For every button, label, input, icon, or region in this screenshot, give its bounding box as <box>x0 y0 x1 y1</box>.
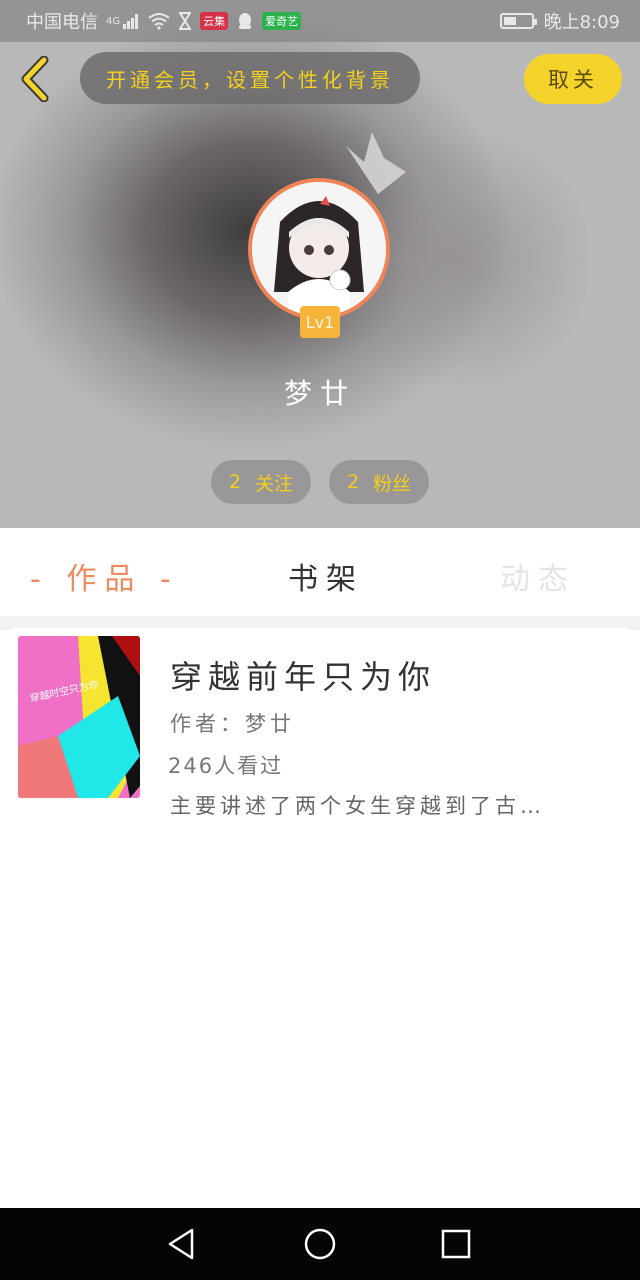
status-right: 晚上8:09 <box>499 8 620 34</box>
level-badge: Lv1 <box>300 306 340 338</box>
vip-background-banner[interactable]: 开通会员，设置个性化背景 <box>80 52 420 104</box>
system-nav-bar <box>0 1208 640 1280</box>
level-label: Lv1 <box>305 312 335 332</box>
nav-back-icon[interactable] <box>164 1226 200 1262</box>
profile-tabs: - 作品 - 书架 动态 <box>0 530 640 616</box>
avatar[interactable] <box>248 178 390 320</box>
following-count: 2 <box>228 471 242 493</box>
fans-count: 2 <box>346 471 360 493</box>
avatar-image <box>252 182 386 316</box>
network-label: 4G <box>106 15 121 27</box>
tab-bookshelf[interactable]: 书架 <box>288 554 364 598</box>
wifi-icon <box>148 13 170 30</box>
iqiyi-icon: 爱奇艺 <box>262 12 302 30</box>
unfollow-button[interactable]: 取关 <box>524 54 622 104</box>
username: 梦廿 <box>283 377 356 410</box>
book-card[interactable]: 穿越时空只为你 穿越前年只为你 作者：梦廿 246人看过 主要讲述了两个女生穿越… <box>10 628 630 830</box>
battery-icon <box>499 13 537 29</box>
book-author: 作者：梦廿 <box>170 712 295 736</box>
status-left: 中国电信 4G 云集 爱奇艺 <box>26 8 302 34</box>
nav-recents-icon[interactable] <box>438 1226 474 1262</box>
fans-button[interactable]: 2 粉丝 <box>329 460 429 504</box>
app-badge-icon: 云集 <box>200 12 229 30</box>
signal-icon <box>123 14 139 29</box>
nav-home-icon[interactable] <box>302 1226 338 1262</box>
status-bar: 中国电信 4G 云集 爱奇艺 晚上8:09 <box>0 0 640 42</box>
book-views: 246人看过 <box>168 754 284 778</box>
vip-banner-text: 开通会员，设置个性化背景 <box>106 67 394 92</box>
tab-activity[interactable]: 动态 <box>500 554 576 598</box>
profile-header: 中国电信 4G 云集 爱奇艺 晚上8:09 开通会员，设置个性化背景 取关 Lv… <box>0 0 640 528</box>
following-label: 关注 <box>255 472 294 495</box>
book-cover-image: 穿越时空只为你 <box>18 636 140 798</box>
qq-icon <box>239 13 252 29</box>
book-cover[interactable]: 穿越时空只为你 <box>18 636 140 798</box>
unfollow-label: 取关 <box>548 68 598 92</box>
fans-label: 粉丝 <box>373 472 412 495</box>
following-button[interactable]: 2 关注 <box>211 460 311 504</box>
tab-works[interactable]: - 作品 - <box>30 554 179 598</box>
book-title[interactable]: 穿越前年只为你 <box>170 652 436 698</box>
back-arrow-icon[interactable] <box>18 56 54 102</box>
hourglass-icon <box>179 12 192 30</box>
carrier-label: 中国电信 <box>26 12 98 33</box>
clock: 晚上8:09 <box>543 12 620 33</box>
book-description: 主要讲述了两个女生穿越到了古… <box>170 794 545 818</box>
